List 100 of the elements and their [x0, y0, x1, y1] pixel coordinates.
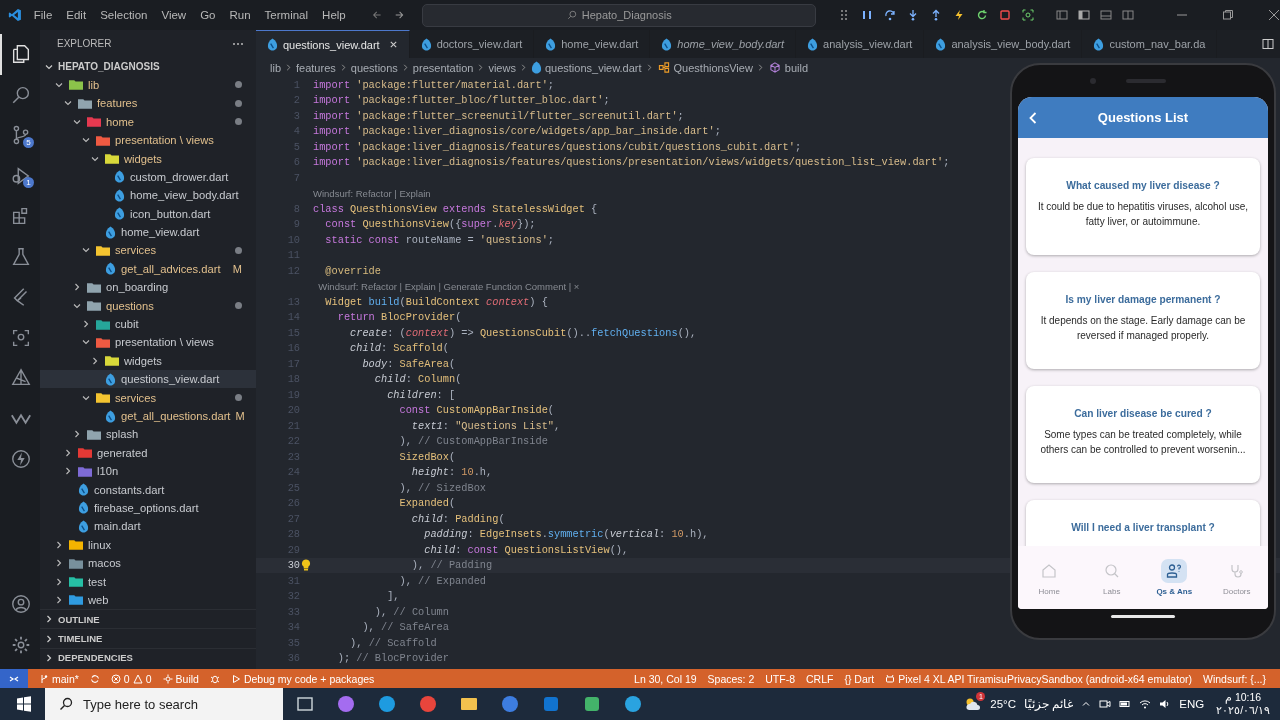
- tree-item[interactable]: presentation \ views: [40, 333, 256, 352]
- app-icon[interactable]: [377, 694, 397, 714]
- lightning-icon[interactable]: [10, 448, 32, 471]
- tree-item[interactable]: home: [40, 112, 256, 131]
- taskbar-search-field[interactable]: Type here to search: [45, 688, 283, 720]
- tree-item[interactable]: test: [40, 572, 256, 591]
- question-card[interactable]: Will I need a liver transplant ?: [1026, 500, 1260, 546]
- bug-icon[interactable]: [209, 673, 220, 684]
- editor-tab[interactable]: doctors_view.dart: [409, 30, 535, 58]
- temperature[interactable]: 25°C: [990, 698, 1017, 710]
- tree-item[interactable]: presentation \ views: [40, 130, 256, 150]
- app-icon[interactable]: [418, 694, 438, 714]
- menu-item[interactable]: Help: [322, 9, 346, 21]
- tree-item[interactable]: features: [40, 94, 256, 113]
- question-card[interactable]: Is my liver damage permanent ? It depends on the stage. Early damage can be reversed if managed properly.: [1026, 272, 1260, 369]
- app-icon[interactable]: [500, 694, 520, 714]
- sync-icon[interactable]: [89, 673, 100, 684]
- section-header[interactable]: DEPENDENCIES: [40, 647, 256, 667]
- chevron-up-icon[interactable]: [1081, 699, 1092, 709]
- inspect-icon[interactable]: [1022, 9, 1034, 21]
- app-icon[interactable]: [582, 694, 602, 714]
- editor-tab[interactable]: analysis_view_body.dart: [924, 30, 1083, 58]
- breadcrumb-item[interactable]: presentation: [412, 61, 474, 74]
- problems-status[interactable]: 0 0: [110, 672, 152, 685]
- layout-icon[interactable]: [1056, 9, 1068, 21]
- tree-item[interactable]: linux: [40, 535, 256, 554]
- breadcrumb-item[interactable]: lib: [270, 61, 281, 74]
- chevron-right-icon[interactable]: [54, 594, 64, 605]
- tree-item[interactable]: widgets: [40, 351, 256, 371]
- chevron-right-icon[interactable]: [63, 447, 73, 458]
- menu-item[interactable]: Edit: [66, 9, 87, 21]
- tree-item[interactable]: constants.dart: [40, 480, 256, 499]
- breadcrumb-item[interactable]: questions: [350, 61, 398, 74]
- breadcrumb-item[interactable]: QuesthionsView: [673, 61, 753, 74]
- editor-tab[interactable]: home_view_body.dart: [650, 30, 797, 58]
- breadcrumb-item[interactable]: features: [296, 61, 336, 74]
- pause-icon[interactable]: [861, 9, 873, 21]
- remote-indicator[interactable]: [0, 669, 28, 688]
- drag-handle-icon[interactable]: [838, 9, 850, 21]
- flask-icon[interactable]: [10, 245, 32, 268]
- tree-item[interactable]: firebase_options.dart: [40, 498, 256, 518]
- forward-arrow-icon[interactable]: [394, 9, 405, 21]
- breadcrumb-item[interactable]: build: [784, 61, 809, 74]
- breadcrumb-item[interactable]: questions_view.dart: [544, 61, 642, 74]
- codelens-actions[interactable]: Windsurf: Refactor | Explain | Generate Function Comment | ×: [313, 280, 580, 292]
- question-card[interactable]: What caused my liver disease ? It could be due to hepatitis viruses, alcohol use, fatty liver, or autoimmune.: [1026, 158, 1260, 255]
- files-icon[interactable]: [10, 43, 32, 66]
- tree-item[interactable]: cubit: [40, 314, 256, 334]
- app-icon[interactable]: [295, 694, 315, 714]
- lightbulb-icon[interactable]: [301, 559, 311, 572]
- close-icon[interactable]: [388, 40, 398, 49]
- tree-item[interactable]: services: [40, 241, 256, 260]
- restart-icon[interactable]: [976, 9, 988, 21]
- split-layout-icon[interactable]: [1122, 9, 1134, 21]
- branch-status[interactable]: main*: [39, 672, 79, 685]
- status-item[interactable]: CRLF: [806, 672, 834, 685]
- menu-item[interactable]: Selection: [100, 9, 148, 21]
- menu-item[interactable]: Terminal: [264, 9, 309, 21]
- tree-item[interactable]: home_view_body.dart: [40, 186, 256, 205]
- restore-icon[interactable]: [1222, 9, 1234, 21]
- close-icon[interactable]: [1268, 9, 1280, 21]
- input-language[interactable]: ENG: [1179, 698, 1205, 710]
- tree-item[interactable]: widgets: [40, 149, 256, 168]
- app-icon[interactable]: [336, 694, 356, 714]
- clock-time[interactable]: 10:16 م: [1224, 691, 1262, 704]
- codelens-actions[interactable]: Windsurf: Refactor | Explain: [313, 187, 431, 199]
- status-item[interactable]: UTF-8: [765, 672, 795, 685]
- step-out-icon[interactable]: [930, 9, 942, 21]
- tree-item[interactable]: get_all_questions.dart M: [40, 406, 256, 426]
- lightning-icon[interactable]: [953, 9, 965, 21]
- clock-date[interactable]: ٢٠٢٥/٠٦/١٩: [1216, 704, 1270, 717]
- stop-icon[interactable]: [999, 9, 1011, 21]
- project-name[interactable]: HEPATO_DIAGNOSIS: [58, 61, 160, 73]
- chevron-right-icon[interactable]: [72, 429, 82, 440]
- account-icon[interactable]: [10, 593, 32, 616]
- menu-item[interactable]: Run: [229, 9, 251, 21]
- tree-item[interactable]: splash: [40, 425, 256, 444]
- tree-item[interactable]: generated: [40, 443, 256, 462]
- split-editor-icon[interactable]: [1262, 38, 1274, 50]
- menu-item[interactable]: Go: [200, 9, 216, 21]
- chevron-right-icon[interactable]: [81, 319, 91, 330]
- tree-item[interactable]: home_view.dart: [40, 222, 256, 242]
- chevron-right-icon[interactable]: [72, 282, 82, 293]
- tree-item[interactable]: services: [40, 388, 256, 407]
- menu-item[interactable]: View: [161, 9, 187, 21]
- menu-item[interactable]: File: [33, 9, 53, 21]
- editor-tab[interactable]: analysis_view.dart: [796, 30, 925, 58]
- breadcrumb-item[interactable]: views: [488, 61, 516, 74]
- tree-item[interactable]: custom_drower.dart: [40, 167, 256, 187]
- tree-item[interactable]: icon_button.dart: [40, 204, 256, 223]
- editor-tab[interactable]: questions_view.dart: [256, 30, 410, 58]
- app-icon[interactable]: [623, 694, 643, 714]
- tree-item[interactable]: questions_view.dart: [40, 370, 256, 389]
- chevron-right-icon[interactable]: [54, 539, 64, 550]
- status-item[interactable]: Spaces: 2: [707, 672, 755, 685]
- weather-condition[interactable]: غائم جزئيًا: [1024, 697, 1074, 711]
- tree-item[interactable]: on_boarding: [40, 278, 256, 297]
- command-center-field[interactable]: Hepato_Diagnosis: [422, 3, 816, 27]
- build-button[interactable]: Build: [162, 672, 199, 685]
- editor-tab[interactable]: custom_nav_bar.da: [1082, 30, 1218, 58]
